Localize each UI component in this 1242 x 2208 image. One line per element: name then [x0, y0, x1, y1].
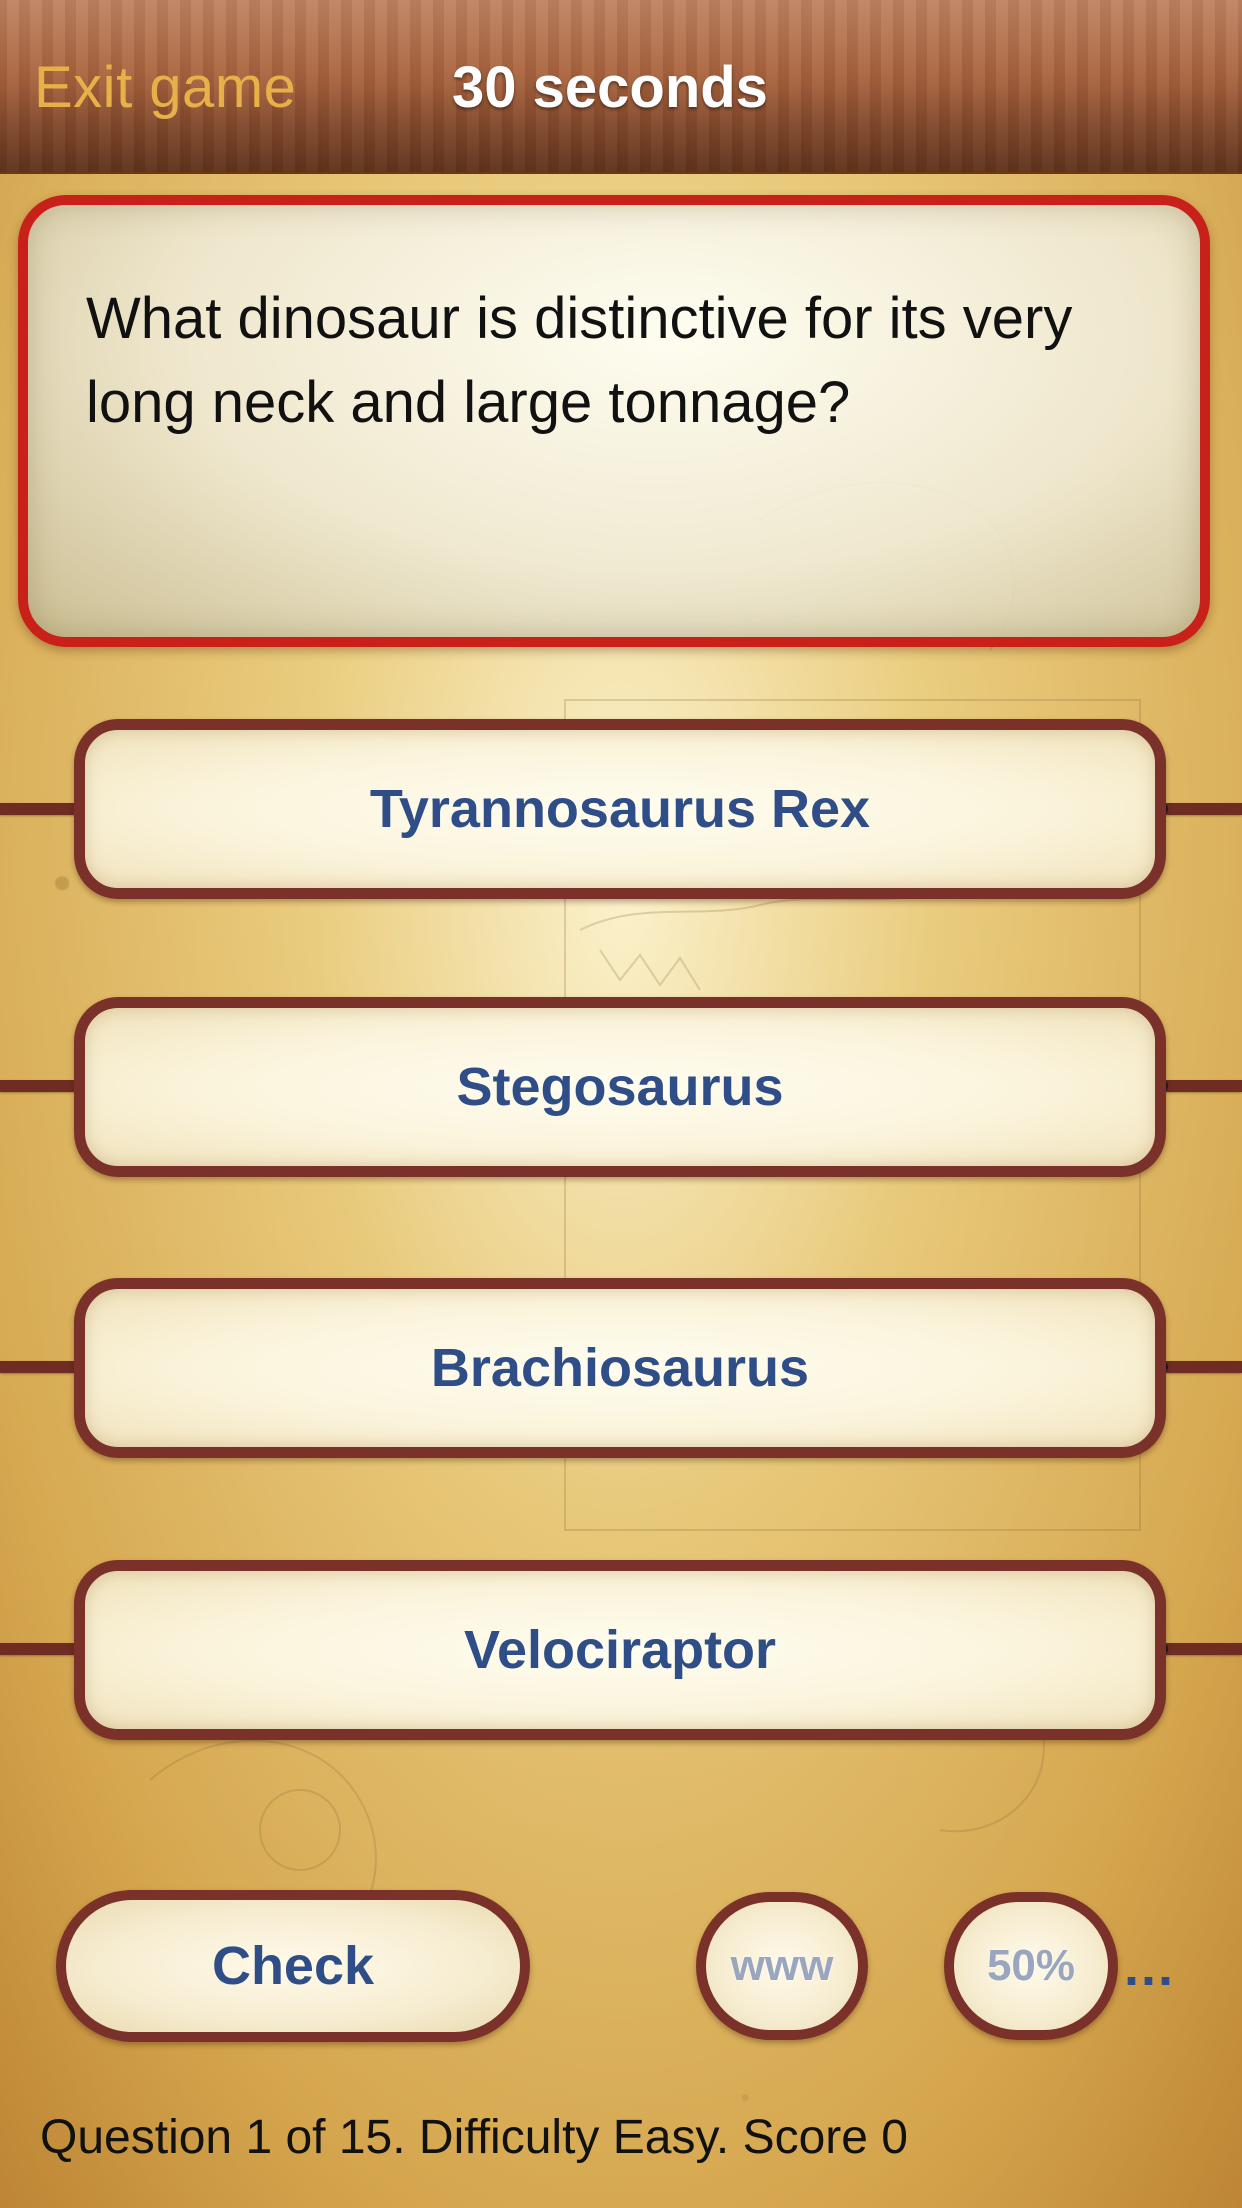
- game-status-text: Question 1 of 15. Difficulty Easy. Score…: [40, 2111, 908, 2164]
- answer-option-4[interactable]: Velociraptor: [74, 1560, 1166, 1740]
- answer-label: Stegosaurus: [456, 1057, 784, 1117]
- fifty-fifty-label: 50%: [986, 1941, 1076, 1990]
- answer-rail-right: [1164, 1643, 1242, 1655]
- answer-rail-left: [0, 1643, 78, 1655]
- answer-rail-left: [0, 1361, 78, 1373]
- answer-rail-left: [0, 803, 78, 815]
- answer-label: Velociraptor: [463, 1620, 777, 1680]
- answer-rail-right: [1164, 1080, 1242, 1092]
- answer-rail-right: [1164, 1361, 1242, 1373]
- answer-option-1[interactable]: Tyrannosaurus Rex: [74, 719, 1166, 899]
- answer-option-2[interactable]: Stegosaurus: [74, 997, 1166, 1177]
- question-text: What dinosaur is distinctive for its ver…: [86, 286, 1073, 435]
- fifty-fifty-button[interactable]: 50%: [944, 1892, 1118, 2040]
- top-bar: Exit game 30 seconds: [0, 0, 1242, 174]
- www-button-label: www: [730, 1941, 834, 1990]
- answer-label: Brachiosaurus: [430, 1338, 810, 1398]
- question-card: What dinosaur is distinctive for its ver…: [18, 195, 1210, 647]
- timer-label: 30 seconds: [452, 55, 768, 120]
- exit-game-button[interactable]: Exit game: [34, 54, 296, 121]
- answer-label: Tyrannosaurus Rex: [369, 779, 871, 839]
- more-options-button[interactable]: ...: [1124, 1936, 1175, 1998]
- answer-option-3[interactable]: Brachiosaurus: [74, 1278, 1166, 1458]
- answer-rail-left: [0, 1080, 78, 1092]
- check-button-label: Check: [211, 1936, 375, 1996]
- www-hint-button[interactable]: www: [696, 1892, 868, 2040]
- check-button[interactable]: Check: [56, 1890, 530, 2042]
- answer-rail-right: [1164, 803, 1242, 815]
